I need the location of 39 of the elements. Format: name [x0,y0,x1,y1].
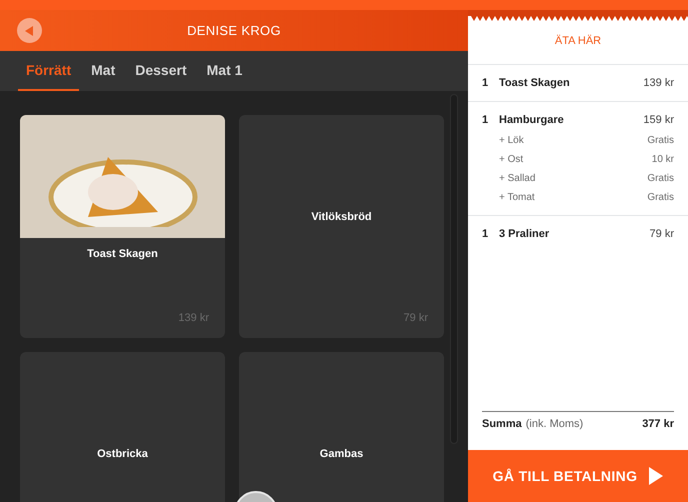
addon-price: Gratis [647,190,674,204]
product-card[interactable]: Ostbricka [20,352,225,502]
back-button[interactable] [17,18,42,43]
item-price: 159 kr [643,113,674,128]
addon-name: + Tomat [499,190,536,204]
product-card[interactable]: Vitlöksbröd 79 kr [239,115,444,338]
product-name: Ostbricka [97,447,148,462]
category-tab[interactable]: Förrätt [18,51,80,91]
addon-name: + Ost [499,152,524,166]
addon-price: 10 kr [652,152,674,166]
item-price: 139 kr [643,76,674,90]
item-name: Toast Skagen [499,76,571,90]
item-quantity: 1 [482,76,490,90]
play-icon [649,467,664,485]
back-arrow-icon [25,26,34,36]
item-name: Hamburgare [499,113,565,128]
product-name: Vitlöksbröd [311,210,372,225]
total-amount: 377 kr [642,416,674,432]
addon-name: + Sallad [499,172,536,186]
item-name: 3 Praliner [499,226,550,242]
product-card[interactable]: Gambas [239,352,444,502]
header-title: DENISE KROG [186,22,282,40]
total-label: Summa [482,416,522,432]
item-price: 79 kr [650,226,674,242]
category-tab[interactable]: Mat 1 [198,51,250,91]
category-tab[interactable]: Dessert [127,51,195,91]
item-quantity: 1 [482,113,490,128]
addon-name: + Lök [499,134,525,148]
addon-price: Gratis [647,172,674,186]
product-card[interactable]: Toast Skagen 139 kr [20,115,225,338]
product-name: Toast Skagen [87,247,158,262]
order-title: ÄTA HÄR [554,34,602,49]
product-price: 139 kr [178,310,209,326]
category-tab[interactable]: Mat [83,51,124,91]
item-quantity: 1 [482,226,490,242]
product-price: 79 kr [404,310,428,326]
product-name: Gambas [320,447,364,462]
addon-price: Gratis [647,134,674,148]
total-note: (ink. Moms) [526,416,584,432]
